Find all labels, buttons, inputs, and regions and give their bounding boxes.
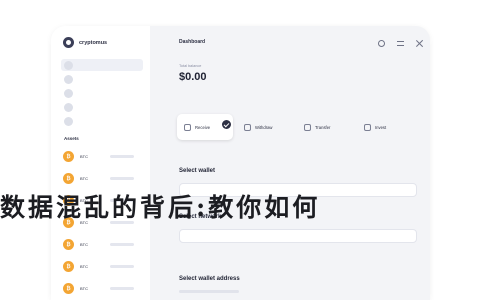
transfer-icon [304,123,311,131]
nav-icon [64,74,73,84]
transfer-button[interactable]: Transfer [297,114,353,140]
action-label: Withdraw [255,124,273,130]
bitcoin-icon: ₿ [63,151,74,162]
bitcoin-icon: ₿ [63,173,74,184]
brand[interactable]: cryptomus [63,37,107,48]
asset-amount-placeholder [110,243,134,246]
settings-icon[interactable] [378,40,385,47]
main-panel: Dashboard Total balance $0.00 Receive Wi… [168,26,430,300]
receive-button[interactable]: Receive [177,114,233,140]
asset-row[interactable]: ₿ BTC [63,260,143,273]
address-placeholder [179,290,239,293]
sidebar-item-3[interactable] [61,87,143,99]
sidebar-item-4[interactable] [61,101,143,113]
sidebar: cryptomus Assets ₿ BTC ₿ BTC ₿ BTC ₿ BTC ₿ BT… [51,26,150,300]
app-window: cryptomus Assets ₿ BTC ₿ BTC ₿ BTC ₿ BTC ₿ BT… [51,26,430,300]
asset-amount-placeholder [110,287,134,290]
asset-name: BTC [80,242,88,247]
balance-value: $0.00 [179,71,207,83]
logo-icon [63,37,74,48]
brand-name: cryptomus [79,39,108,46]
bitcoin-icon: ₿ [63,283,74,294]
action-tabs: Receive Withdraw Transfer Invest [177,114,413,140]
select-address-title: Select wallet address [179,276,240,282]
withdraw-icon [244,123,251,131]
asset-name: BTC [80,154,88,159]
bitcoin-icon: ₿ [63,261,74,272]
assets-title: Assets [64,136,79,141]
asset-name: BTC [80,286,88,291]
asset-row[interactable]: ₿ BTC [63,172,143,185]
asset-row[interactable]: ₿ BTC [63,238,143,251]
close-icon[interactable] [416,40,423,47]
nav-icon [64,102,73,112]
nav-icon [64,116,73,126]
nav-icon [64,88,73,98]
action-label: Transfer [315,124,331,130]
receive-icon [184,123,191,131]
overlay-headline: 数据混乱的背后:教你如何 [0,193,321,222]
sidebar-nav [61,59,143,129]
sidebar-item-5[interactable] [61,115,143,127]
bitcoin-icon: ₿ [63,239,74,250]
asset-row[interactable]: ₿ BTC [63,282,143,295]
invest-icon [364,123,371,131]
network-select[interactable] [179,229,417,243]
overlay-banner: 数据混乱的背后:教你如何 [0,186,500,226]
menu-icon[interactable] [397,40,404,47]
asset-name: BTC [80,264,88,269]
invest-button[interactable]: Invest [357,114,413,140]
asset-amount-placeholder [110,155,134,158]
select-wallet-title: Select wallet [179,168,216,174]
action-label: Receive [195,124,211,130]
window-controls [378,40,423,47]
withdraw-button[interactable]: Withdraw [237,114,293,140]
nav-icon [64,60,73,70]
asset-amount-placeholder [110,177,134,180]
sidebar-item-2[interactable] [61,73,143,85]
asset-row[interactable]: ₿ BTC [63,150,143,163]
asset-name: BTC [80,176,88,181]
page-title: Dashboard [179,39,206,45]
asset-amount-placeholder [110,265,134,268]
action-label: Invest [375,124,387,130]
sidebar-item-1[interactable] [61,59,143,71]
check-icon [222,120,231,129]
screen: cryptomus Assets ₿ BTC ₿ BTC ₿ BTC ₿ BTC ₿ BT… [0,0,500,300]
balance-label: Total balance [179,64,202,68]
